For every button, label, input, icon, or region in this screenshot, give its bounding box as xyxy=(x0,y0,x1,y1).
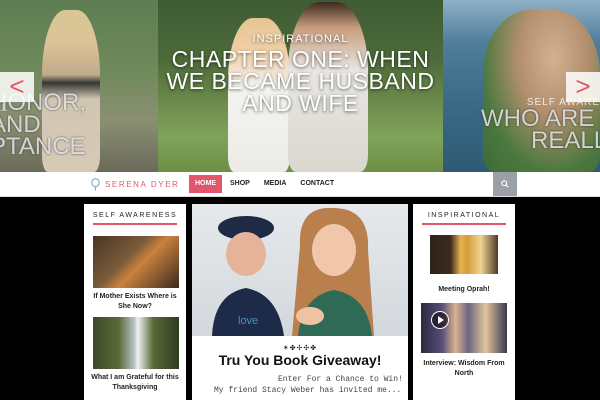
search-icon xyxy=(501,180,509,188)
slider-prev-button[interactable]: < xyxy=(0,72,34,102)
widget-title: SELF AWARENESS xyxy=(84,204,186,225)
main-nav: HOME SHOP MEDIA CONTACT xyxy=(189,175,342,193)
man-photo: love xyxy=(212,216,284,336)
video-thumbnail[interactable] xyxy=(421,303,507,353)
post-thumbnail[interactable] xyxy=(93,236,179,288)
post-subtitle: Enter For a Chance to Win! xyxy=(278,375,403,384)
featured-post-photo[interactable]: love xyxy=(192,204,408,336)
nav-item-home[interactable]: HOME xyxy=(189,175,222,193)
logo-text: SERENA DYER xyxy=(105,179,180,189)
post-thumbnail[interactable] xyxy=(93,317,179,369)
slide-category: INSPIRATIONAL xyxy=(252,33,349,45)
hero-slider: AL HONOR, AND PTANCE INSPIRATIONAL CHAPT… xyxy=(0,0,600,172)
woman-photo xyxy=(292,207,374,336)
slide-title[interactable]: CHAPTER ONE: WHEN WE BECAME HUSBAND AND … xyxy=(166,48,435,115)
post-link[interactable]: If Mother Exists Where is She Now? xyxy=(88,292,182,312)
slide-center[interactable]: INSPIRATIONAL CHAPTER ONE: WHEN WE BECAM… xyxy=(158,0,443,172)
post-title[interactable]: Tru You Book Giveaway! xyxy=(192,352,408,368)
shirt-text: love xyxy=(238,315,258,327)
nav-item-contact[interactable]: CONTACT xyxy=(294,175,340,193)
widget-title-text: INSPIRATIONAL xyxy=(427,212,501,219)
post-thumbnail[interactable] xyxy=(430,235,498,274)
navbar: SERENA DYER HOME SHOP MEDIA CONTACT xyxy=(0,172,600,197)
slide-title-line: PTANCE xyxy=(0,133,86,160)
self-awareness-widget: SELF AWARENESS If Mother Exists Where is… xyxy=(84,204,186,400)
widget-title: INSPIRATIONAL xyxy=(413,204,515,225)
site-logo[interactable]: SERENA DYER xyxy=(91,177,180,191)
post-link[interactable]: What I am Grateful for this Thanksgiving xyxy=(88,373,182,393)
search-button[interactable] xyxy=(493,172,517,196)
widget-title-underline xyxy=(422,223,506,225)
slider-next-button[interactable]: > xyxy=(566,72,600,102)
ornament-divider: ✶✤✢✣✤ xyxy=(282,345,318,352)
post-link[interactable]: Meeting Oprah! xyxy=(417,285,511,295)
featured-post: love ✶✤✢✣✤ Tru You Book Giveaway! Enter … xyxy=(192,204,408,400)
nav-item-shop[interactable]: SHOP xyxy=(224,175,256,193)
slide-title-line: REALL xyxy=(531,127,600,154)
widget-title-underline xyxy=(93,223,177,225)
widget-title-text: SELF AWARENESS xyxy=(92,212,178,219)
balloon-icon xyxy=(91,177,100,191)
play-icon[interactable] xyxy=(431,311,449,329)
post-link[interactable]: Interview: Wisdom From North xyxy=(417,359,511,379)
nav-item-media[interactable]: MEDIA xyxy=(258,175,293,193)
inspirational-widget: INSPIRATIONAL Meeting Oprah! Interview: … xyxy=(413,204,515,400)
slide-title: WHO ARE REALL xyxy=(481,107,600,154)
post-excerpt: My friend Stacy Weber has invited me... xyxy=(214,386,402,395)
